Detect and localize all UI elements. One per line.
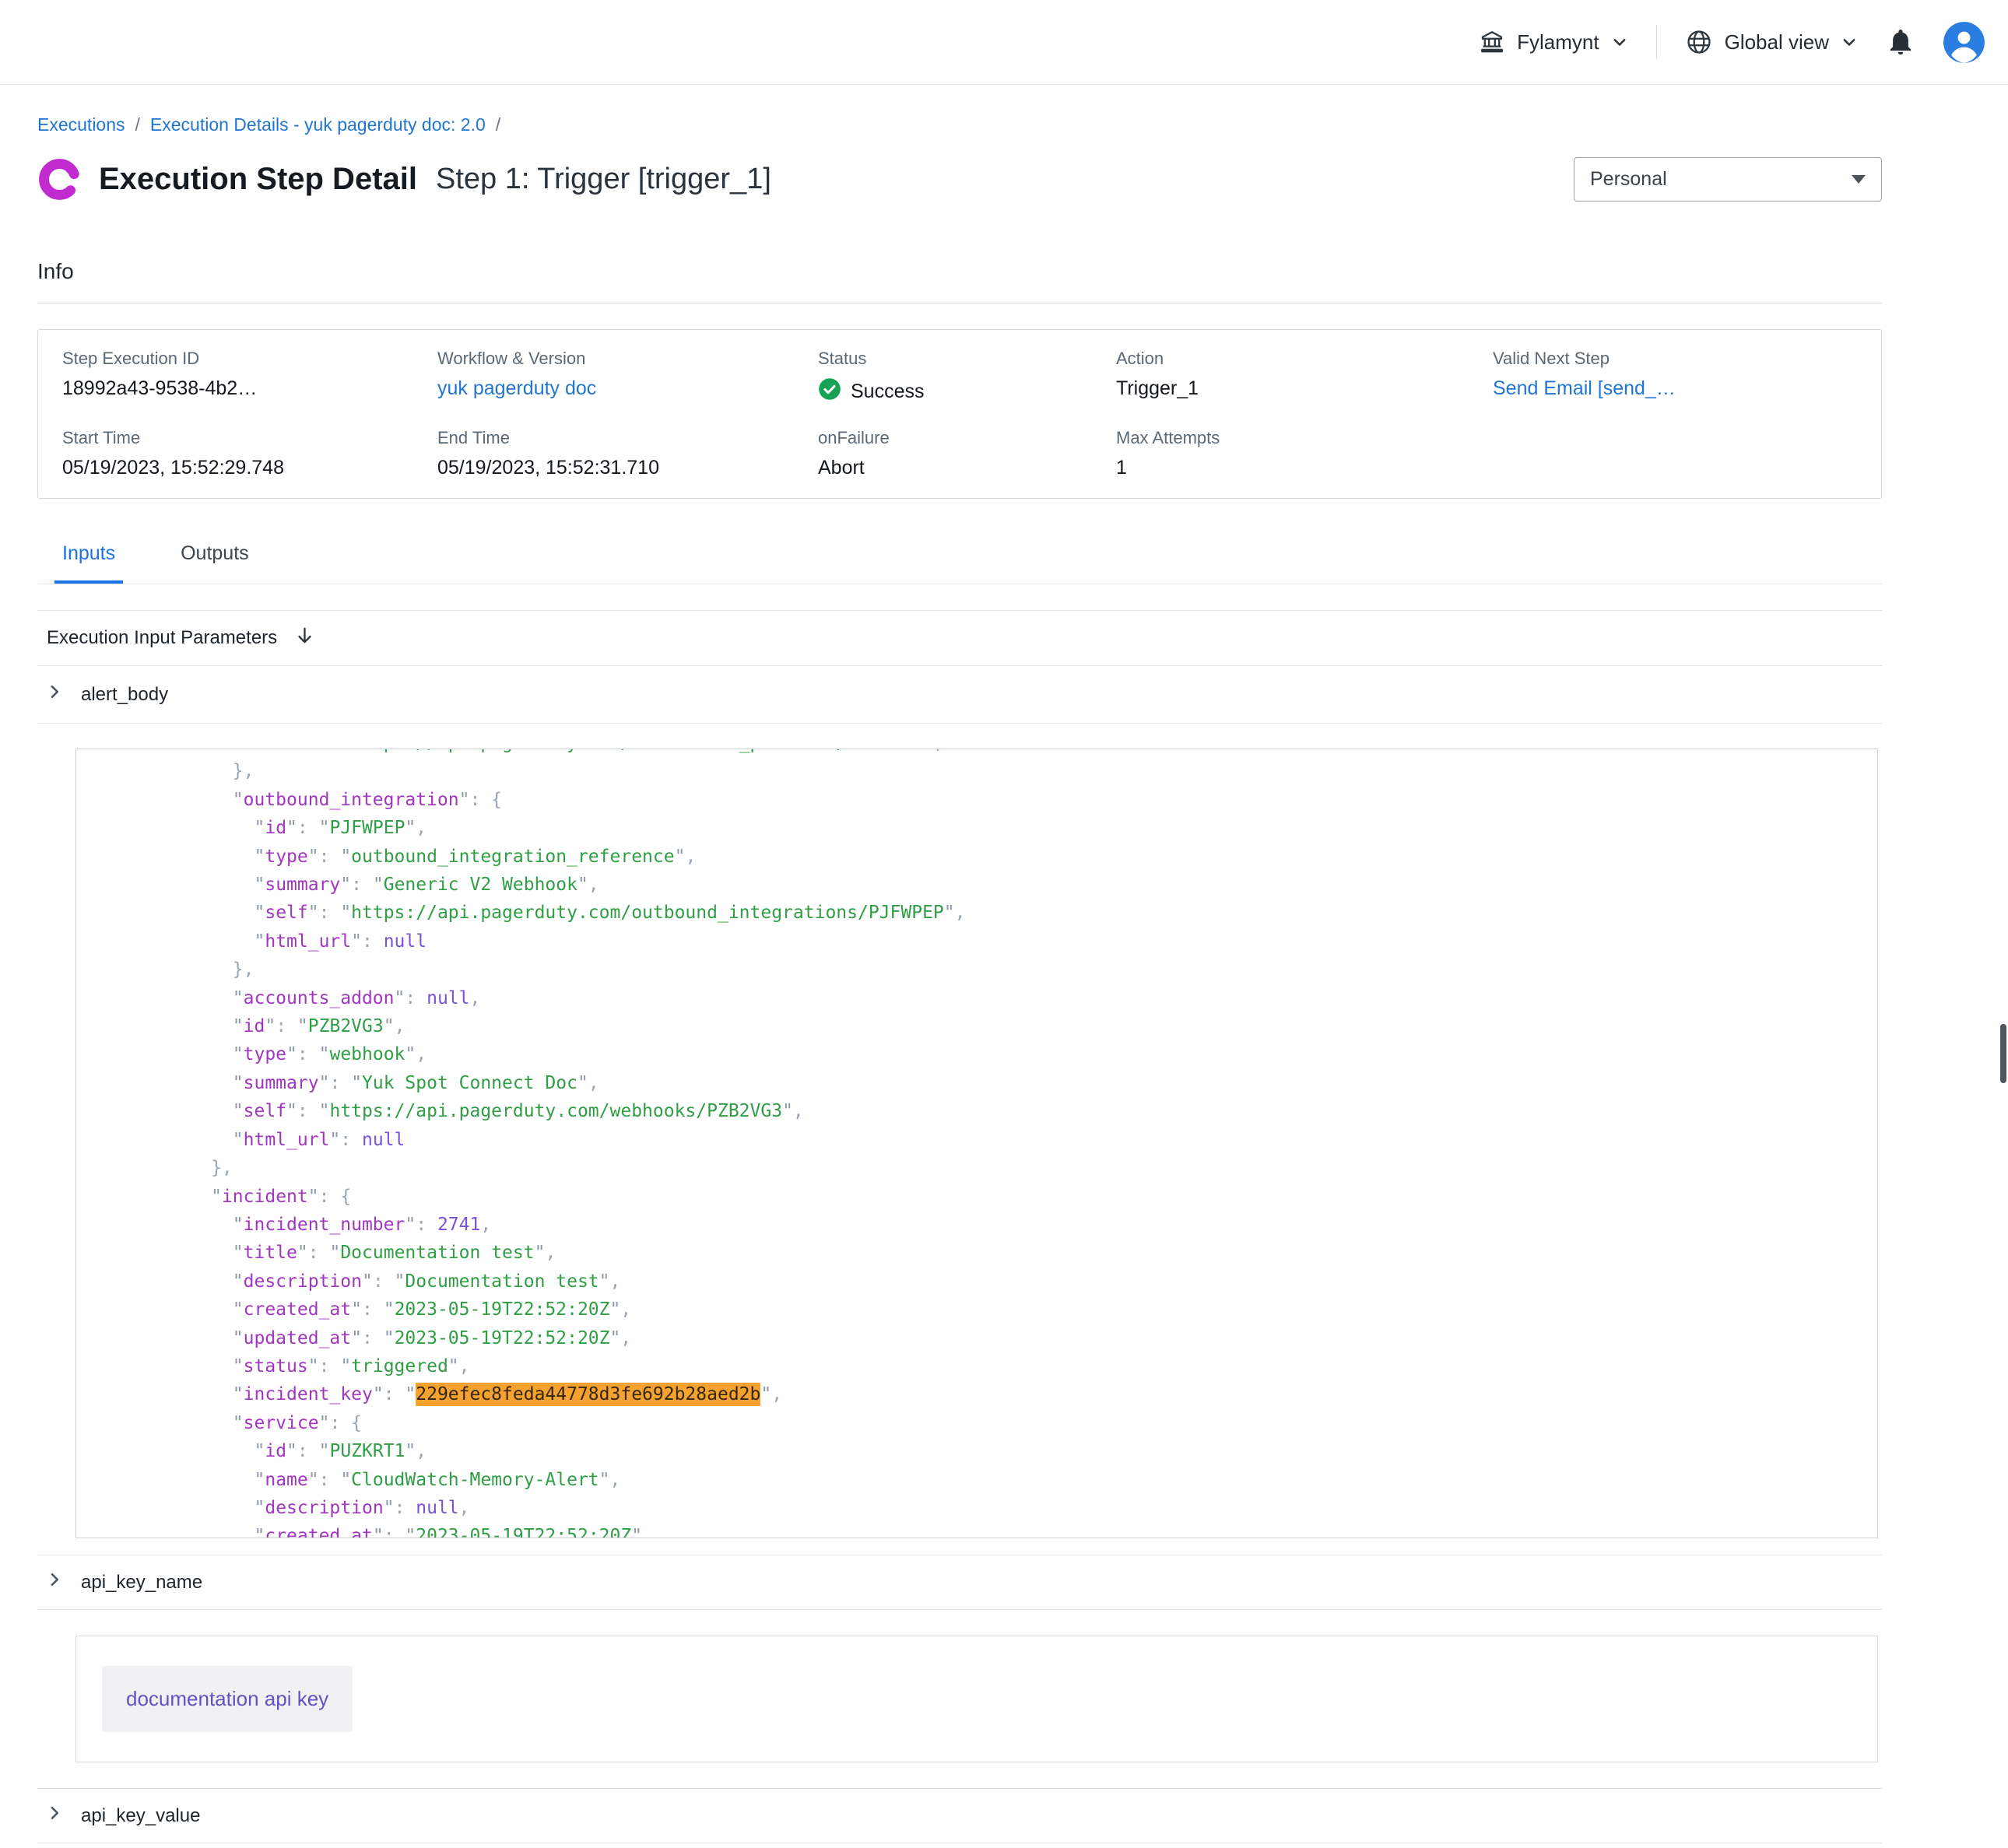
caret-down-icon bbox=[1852, 175, 1866, 184]
user-avatar[interactable] bbox=[1943, 22, 1985, 63]
alert-body-json-viewer[interactable]: "self": "https://api.pagerduty.com/escal… bbox=[75, 749, 1878, 1538]
api-key-name-value-box: documentation api key bbox=[75, 1636, 1878, 1762]
visibility-select[interactable]: Personal bbox=[1574, 157, 1882, 202]
param-row-api-key-name[interactable]: api_key_name bbox=[37, 1555, 1882, 1610]
param-row-alert-body[interactable]: alert_body bbox=[37, 666, 1882, 724]
status-text: Success bbox=[851, 380, 924, 403]
page-title: Execution Step Detail bbox=[99, 162, 417, 197]
breadcrumb-separator: / bbox=[496, 114, 500, 135]
field-status: Status Success bbox=[818, 349, 1116, 406]
page-subtitle: Step 1: Trigger [trigger_1] bbox=[436, 163, 771, 196]
tab-outputs[interactable]: Outputs bbox=[173, 542, 257, 584]
success-icon bbox=[818, 377, 841, 406]
param-label: alert_body bbox=[81, 684, 168, 706]
field-step-execution-id: Step Execution ID 18992a43-9538-4b2… bbox=[62, 349, 437, 406]
field-workflow-version: Workflow & Version yuk pagerduty doc bbox=[437, 349, 818, 406]
param-label: api_key_value bbox=[81, 1805, 200, 1827]
chevron-right-icon bbox=[45, 1804, 64, 1828]
breadcrumb-separator: / bbox=[135, 114, 140, 135]
field-start-time: Start Time 05/19/2023, 15:52:29.748 bbox=[62, 428, 437, 479]
bell-icon bbox=[1886, 47, 1915, 59]
bank-icon bbox=[1479, 29, 1505, 55]
next-step-link[interactable]: Send Email [send_… bbox=[1493, 377, 1676, 399]
breadcrumb: Executions / Execution Details - yuk pag… bbox=[37, 114, 1882, 135]
breadcrumb-executions[interactable]: Executions bbox=[37, 114, 125, 135]
fylamynt-logo-icon bbox=[37, 157, 82, 202]
chevron-right-icon bbox=[45, 1570, 64, 1594]
chevron-right-icon bbox=[45, 682, 64, 707]
header-divider bbox=[1656, 25, 1657, 59]
field-empty bbox=[1493, 428, 1858, 479]
chevron-down-icon bbox=[1841, 33, 1858, 51]
view-name: Global view bbox=[1725, 30, 1829, 54]
field-end-time: End Time 05/19/2023, 15:52:31.710 bbox=[437, 428, 818, 479]
workflow-link[interactable]: yuk pagerduty doc bbox=[437, 377, 596, 399]
json-code: "self": "https://api.pagerduty.com/escal… bbox=[76, 749, 1877, 1538]
org-name: Fylamynt bbox=[1517, 30, 1599, 54]
breadcrumb-execution-details[interactable]: Execution Details - yuk pagerduty doc: 2… bbox=[150, 114, 486, 135]
notifications-button[interactable] bbox=[1886, 27, 1915, 57]
info-card: Step Execution ID 18992a43-9538-4b2… Wor… bbox=[37, 329, 1882, 499]
input-parameters-section: Execution Input Parameters alert_body bbox=[37, 610, 1882, 724]
execution-input-parameters-header: Execution Input Parameters bbox=[37, 611, 1882, 666]
param-label: api_key_name bbox=[81, 1572, 202, 1594]
main-content: Executions / Execution Details - yuk pag… bbox=[37, 114, 1882, 1843]
page-scrollbar-thumb[interactable] bbox=[2000, 1024, 2006, 1083]
api-key-name-chip[interactable]: documentation api key bbox=[102, 1666, 353, 1732]
params-heading: Execution Input Parameters bbox=[47, 627, 277, 649]
field-max-attempts: Max Attempts 1 bbox=[1116, 428, 1493, 479]
arrow-down-icon[interactable] bbox=[294, 625, 315, 651]
field-action: Action Trigger_1 bbox=[1116, 349, 1493, 406]
org-switcher[interactable]: Fylamynt bbox=[1479, 29, 1627, 55]
tab-bar: Inputs Outputs bbox=[37, 526, 1882, 584]
field-valid-next-step: Valid Next Step Send Email [send_… bbox=[1493, 349, 1858, 406]
info-heading: Info bbox=[37, 259, 1882, 284]
field-on-failure: onFailure Abort bbox=[818, 428, 1116, 479]
top-bar: Fylamynt Global view bbox=[0, 0, 2008, 85]
visibility-select-value: Personal bbox=[1590, 168, 1667, 191]
tab-inputs[interactable]: Inputs bbox=[54, 542, 123, 584]
globe-icon bbox=[1685, 28, 1713, 56]
chevron-down-icon bbox=[1611, 33, 1628, 51]
view-switcher[interactable]: Global view bbox=[1685, 28, 1858, 56]
param-row-api-key-value[interactable]: api_key_value bbox=[37, 1788, 1882, 1843]
title-row: Execution Step Detail Step 1: Trigger [t… bbox=[37, 157, 1882, 202]
